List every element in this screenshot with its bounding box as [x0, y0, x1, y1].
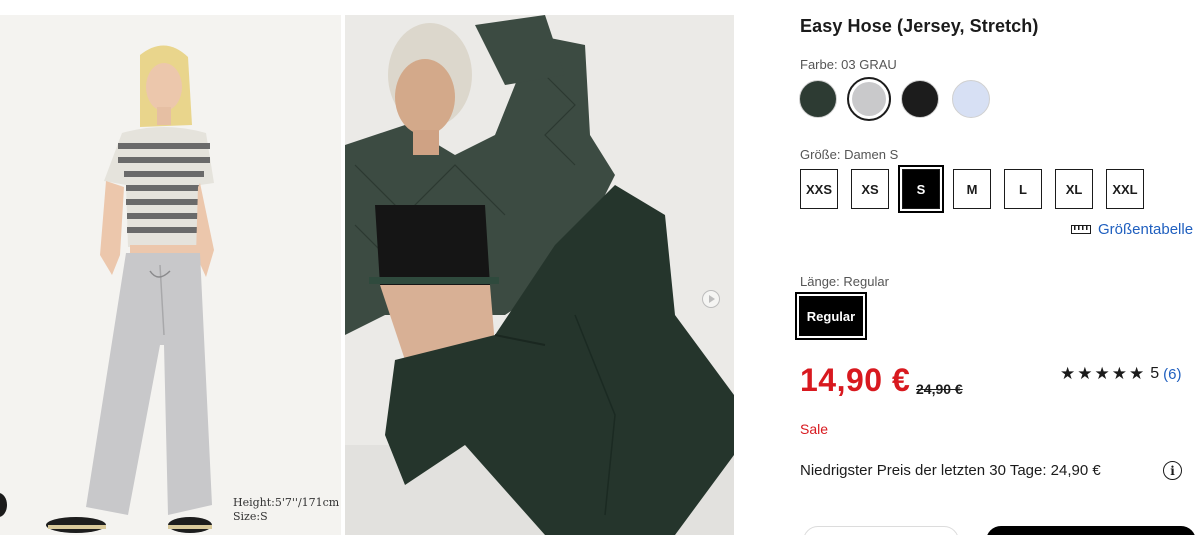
size-button-xxs[interactable]: XXS: [800, 169, 838, 209]
color-swatch-list: [799, 77, 990, 121]
model-illustration: [0, 15, 341, 535]
sale-price: 14,90 €: [800, 362, 911, 398]
review-count-link[interactable]: (6): [1163, 366, 1181, 383]
product-rating[interactable]: ★★★★★ 5 (6): [1060, 364, 1181, 384]
length-label: Länge: Regular: [800, 274, 889, 289]
play-video-icon[interactable]: [702, 290, 720, 308]
color-swatch-dark-green[interactable]: [799, 80, 837, 118]
color-swatch-grey[interactable]: [847, 77, 891, 121]
product-title: Easy Hose (Jersey, Stretch): [800, 16, 1039, 36]
model-size-caption: Height:5'7''/171cm Size:S: [233, 496, 339, 524]
ruler-icon: [1071, 225, 1091, 234]
color-swatch-black[interactable]: [901, 80, 939, 118]
product-photo-front[interactable]: Height:5'7''/171cm Size:S: [0, 15, 341, 535]
original-price: 24,90 €: [916, 381, 963, 397]
product-photo-seated[interactable]: [345, 15, 734, 535]
primary-action-button[interactable]: [986, 526, 1196, 535]
color-label: Farbe: 03 GRAU: [800, 57, 897, 72]
size-button-s[interactable]: S: [898, 165, 944, 213]
secondary-action-button[interactable]: [803, 526, 959, 535]
size-selector: XXS XS S M L XL XXL: [800, 165, 1144, 213]
size-button-l[interactable]: L: [1004, 169, 1042, 209]
swatch-fill: [852, 82, 886, 116]
rating-value: 5: [1150, 365, 1160, 382]
lowest-price-notice: Niedrigster Preis der letzten 30 Tage: 2…: [800, 462, 1101, 479]
size-label: Größe: Damen S: [800, 147, 899, 162]
size-button-m[interactable]: M: [953, 169, 991, 209]
sale-badge: Sale: [800, 421, 829, 437]
model-illustration-seated: [345, 15, 734, 535]
size-button-xl[interactable]: XL: [1055, 169, 1093, 209]
model-height-text: Height:5'7''/171cm: [233, 496, 340, 509]
rating-stars-icon: ★★★★★: [1060, 364, 1147, 383]
size-chart-label: Größentabelle: [1098, 221, 1194, 238]
color-swatch-light-blue[interactable]: [952, 80, 990, 118]
size-button-xs[interactable]: XS: [851, 169, 889, 209]
length-button-regular[interactable]: Regular: [795, 292, 867, 340]
size-button-xxl[interactable]: XXL: [1106, 169, 1144, 209]
info-icon[interactable]: i: [1163, 461, 1182, 480]
model-size-text: Size:S: [233, 510, 268, 523]
size-chart-link[interactable]: Größentabelle: [1071, 221, 1193, 238]
